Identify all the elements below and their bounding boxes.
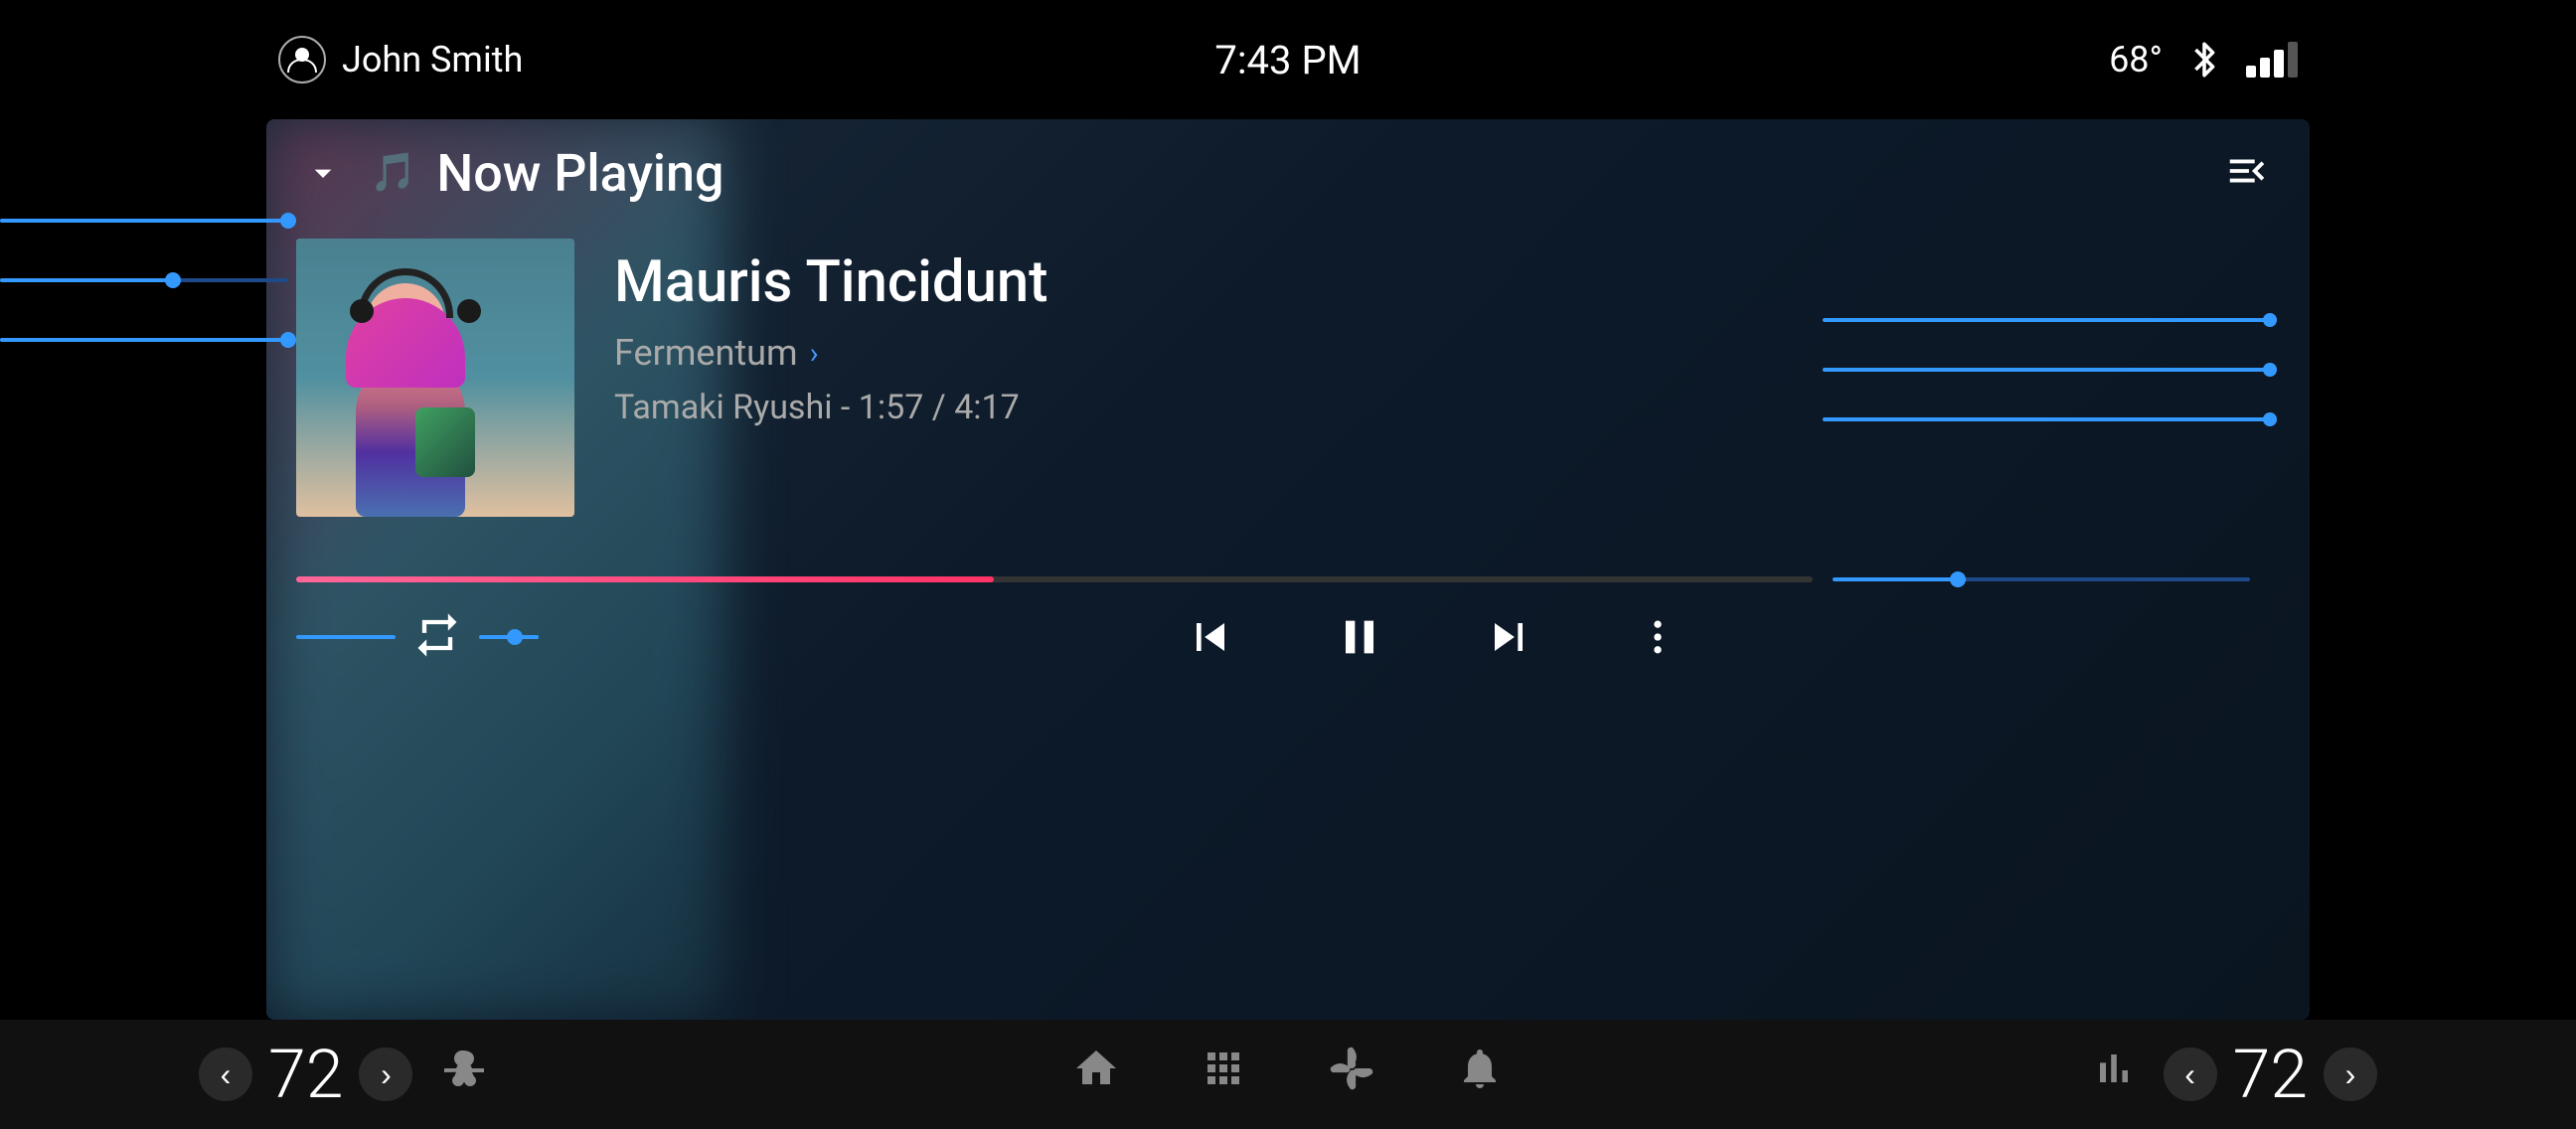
signal-icon (2246, 42, 2298, 78)
progress-slider-track[interactable] (1833, 577, 2250, 581)
climate-right: ‹ 72 › (2090, 1035, 2377, 1114)
player-header: 🎵 Now Playing (266, 119, 2310, 219)
chevron-right-icon: › (810, 336, 819, 371)
right-info-sliders (1823, 318, 2310, 421)
right-temp-decrease-button[interactable]: ‹ (2164, 1048, 2217, 1101)
slider-row-3 (1823, 417, 2270, 421)
left-vent-icon[interactable] (438, 1045, 486, 1104)
dropdown-button[interactable] (296, 146, 350, 200)
album-art (296, 239, 574, 517)
slider-track-2[interactable] (1823, 368, 2270, 372)
player-content: Mauris Tincidunt Fermentum › Tamaki Ryus… (266, 219, 2310, 517)
fan-button[interactable] (1327, 1044, 1376, 1105)
more-button[interactable] (1623, 602, 1692, 672)
playback-controls (598, 602, 2270, 672)
apps-button[interactable] (1200, 1045, 1247, 1104)
slider-track-3[interactable] (1823, 417, 2270, 421)
progress-slider-fill (1833, 577, 1958, 581)
notifications-button[interactable] (1456, 1045, 1504, 1104)
left-decorative-sliders (0, 219, 288, 342)
status-time: 7:43 PM (1214, 37, 1361, 83)
repeat-area (296, 609, 539, 665)
player-card: 🎵 Now Playing (266, 119, 2310, 1020)
left-slider-3 (0, 338, 288, 342)
slider-row-2 (1823, 368, 2270, 372)
climate-left: ‹ 72 › (199, 1035, 486, 1114)
home-button[interactable] (1072, 1045, 1120, 1104)
left-temp-increase-button[interactable]: › (359, 1048, 412, 1101)
progress-container (266, 547, 2310, 582)
now-playing-title: Now Playing (436, 143, 724, 204)
user-avatar-icon (278, 36, 326, 83)
left-slider-1 (0, 219, 288, 223)
progress-right-slider (1833, 577, 2270, 581)
left-temp-decrease-button[interactable]: ‹ (199, 1048, 252, 1101)
left-temp-value: 72 (268, 1035, 343, 1114)
controls-row (266, 582, 2310, 672)
right-temp-value: 72 (2233, 1035, 2308, 1114)
bluetooth-icon (2186, 40, 2222, 80)
music-note-icon: 🎵 (370, 151, 416, 195)
bottom-bar: ‹ 72 › (0, 1020, 2576, 1129)
right-temp-increase-button[interactable]: › (2324, 1048, 2377, 1101)
status-username: John Smith (342, 39, 523, 81)
status-bar: John Smith 7:43 PM 68° (0, 0, 2576, 119)
status-right: 68° (2109, 39, 2298, 81)
header-left: 🎵 Now Playing (296, 143, 724, 204)
left-slider-2 (0, 278, 288, 282)
bottom-nav-icons (1072, 1044, 1504, 1105)
next-button[interactable] (1474, 602, 1543, 672)
slider-track-1[interactable] (1823, 318, 2270, 322)
right-vent-icon[interactable] (2090, 1045, 2138, 1104)
track-title: Mauris Tincidunt (614, 248, 2270, 316)
repeat-button[interactable] (411, 609, 463, 665)
pause-button[interactable] (1325, 602, 1394, 672)
status-left: John Smith (278, 36, 523, 83)
previous-button[interactable] (1176, 602, 1245, 672)
queue-button[interactable] (2224, 148, 2270, 198)
status-temperature: 68° (2109, 39, 2163, 81)
slider-row-1 (1823, 318, 2270, 322)
